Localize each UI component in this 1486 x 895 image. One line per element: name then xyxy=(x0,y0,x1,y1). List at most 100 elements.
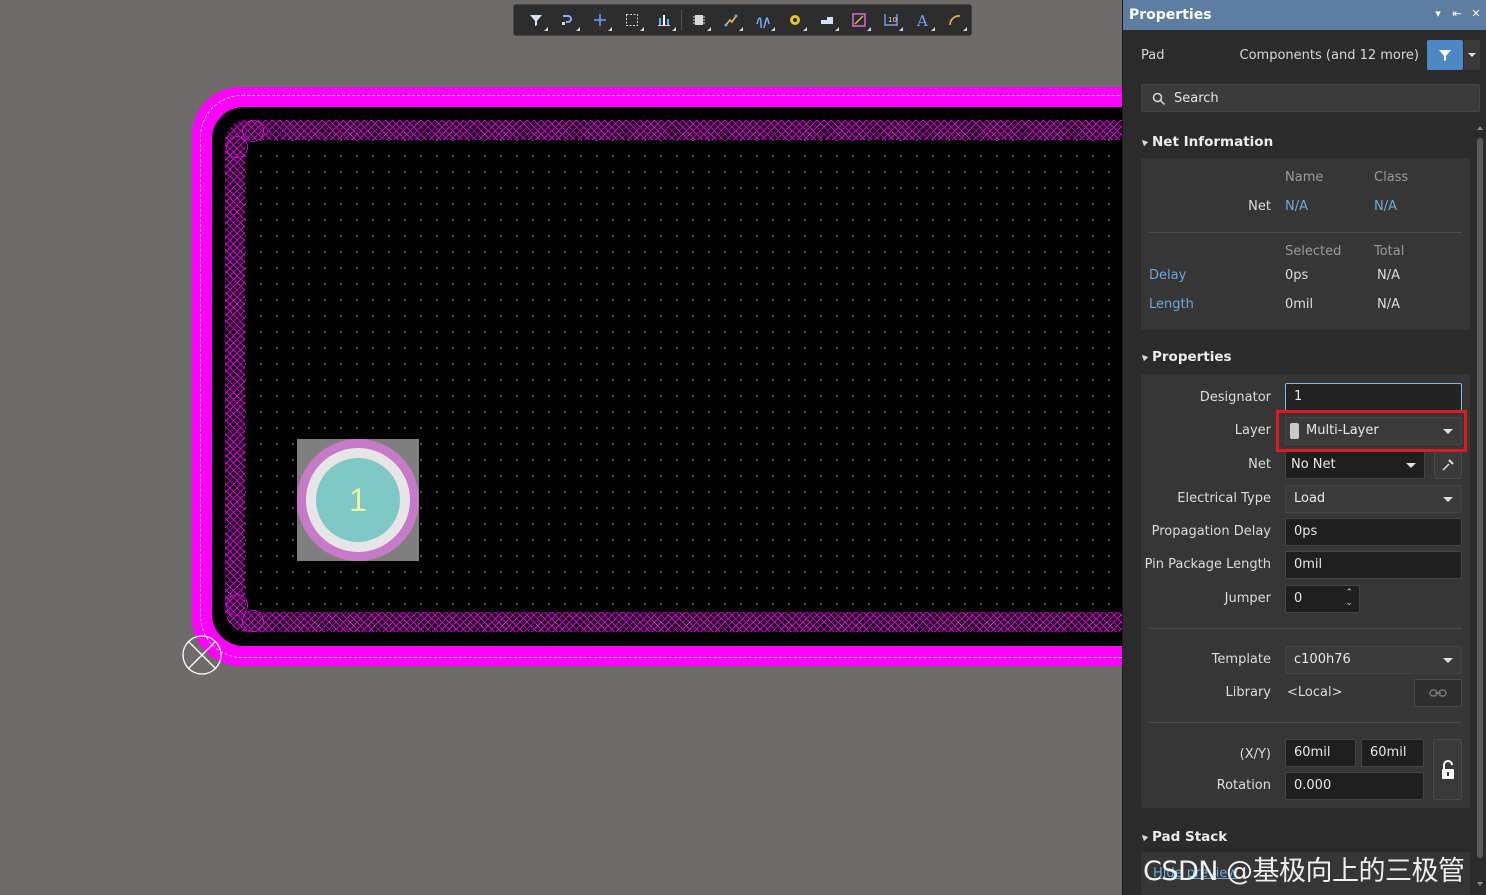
corner-marker xyxy=(242,610,264,632)
route-tool-button[interactable] xyxy=(552,6,584,34)
interactive-route-icon xyxy=(724,14,738,27)
component-icon xyxy=(692,15,705,25)
svg-text:10: 10 xyxy=(888,16,897,24)
propagation-delay-label: Propagation Delay xyxy=(1151,524,1271,539)
pcb-canvas[interactable]: 1 xyxy=(0,0,1122,895)
electrical-type-select[interactable]: Load xyxy=(1285,485,1462,513)
properties-header[interactable]: Properties xyxy=(1139,349,1232,365)
jumper-value: 0 xyxy=(1294,591,1303,606)
place-arc-button[interactable] xyxy=(939,6,971,34)
electrical-type-label: Electrical Type xyxy=(1177,491,1271,506)
component-tool-button[interactable] xyxy=(683,6,715,34)
place-via-button[interactable] xyxy=(779,6,811,34)
collapse-triangle-icon xyxy=(1139,832,1149,842)
panel-title-bar: Properties ▾ ⇤ ✕ xyxy=(1123,0,1486,30)
place-text-button[interactable]: A xyxy=(907,6,939,34)
eyedropper-icon xyxy=(1442,459,1454,471)
properties-title: Properties xyxy=(1152,349,1232,365)
selection-scope-label: Components (and 12 more) xyxy=(1239,48,1419,63)
diff-pair-button[interactable] xyxy=(747,6,779,34)
pad-stack-title: Pad Stack xyxy=(1152,829,1228,845)
collapse-triangle-icon xyxy=(1139,352,1149,362)
via-icon xyxy=(789,15,800,25)
template-select[interactable]: c100h76 xyxy=(1285,646,1462,674)
length-link[interactable]: Length xyxy=(1149,297,1194,312)
pin-package-length-label: Pin Package Length xyxy=(1144,557,1271,572)
origin-marker-icon xyxy=(182,635,222,675)
place-region-button[interactable] xyxy=(843,6,875,34)
svg-text:A: A xyxy=(916,12,928,28)
dimension-tool-button[interactable]: 10 xyxy=(875,6,907,34)
x-position-field[interactable]: 60mil xyxy=(1285,739,1356,767)
rotation-label: Rotation xyxy=(1216,778,1271,793)
net-select[interactable]: No Net xyxy=(1285,451,1425,479)
delay-link[interactable]: Delay xyxy=(1149,268,1186,283)
net-information-box: Name Class Net N/A N/A Selected Total De… xyxy=(1141,158,1470,330)
col-total-header: Total xyxy=(1374,244,1405,259)
place-fill-button[interactable] xyxy=(811,6,843,34)
chevron-down-icon xyxy=(1468,53,1476,57)
col-class-header: Class xyxy=(1374,170,1409,185)
net-label: Net xyxy=(1248,199,1271,214)
chevron-down-icon xyxy=(1406,463,1416,468)
panel-close-button[interactable]: ✕ xyxy=(1469,7,1483,21)
watermark-text: CSDN @基极向上的三极管 xyxy=(1143,856,1465,887)
diff-pair-icon xyxy=(756,17,770,28)
template-label: Template xyxy=(1211,652,1271,667)
pin-package-length-field[interactable]: 0mil xyxy=(1285,551,1462,579)
length-selected-value: 0mil xyxy=(1285,297,1314,312)
pad-stack-header[interactable]: Pad Stack xyxy=(1139,829,1228,845)
select-rect-icon xyxy=(626,14,638,26)
rotation-field[interactable]: 0.000 xyxy=(1285,772,1424,800)
arc-icon xyxy=(949,15,961,26)
divider xyxy=(1149,232,1462,233)
propagation-delay-field[interactable]: 0ps xyxy=(1285,518,1462,546)
delay-total-value: N/A xyxy=(1377,268,1400,283)
unlock-icon xyxy=(1441,759,1454,779)
filter-dropdown-button[interactable] xyxy=(1464,40,1480,70)
template-value: c100h76 xyxy=(1294,652,1351,667)
net-class-link[interactable]: N/A xyxy=(1374,199,1397,214)
align-icon xyxy=(658,15,670,26)
panel-pin-button[interactable]: ⇤ xyxy=(1450,7,1464,21)
net-name-link[interactable]: N/A xyxy=(1285,199,1308,214)
collapse-triangle-icon xyxy=(1139,137,1149,147)
pad-designator-label: 1 xyxy=(349,481,367,518)
panel-scrollbar[interactable] xyxy=(1476,126,1484,886)
net-information-header[interactable]: Net Information xyxy=(1139,134,1274,150)
object-type-label: Pad xyxy=(1141,48,1165,63)
filter-icon xyxy=(1439,50,1451,61)
stepper-arrows-icon[interactable]: ⌃ ⌄ xyxy=(1345,588,1353,608)
xy-label: (X/Y) xyxy=(1239,747,1271,762)
align-tool-button[interactable] xyxy=(648,6,680,34)
search-icon xyxy=(1152,92,1166,106)
pick-net-button[interactable] xyxy=(1434,451,1462,479)
text-icon: A xyxy=(916,12,928,28)
select-rect-button[interactable] xyxy=(616,6,648,34)
corner-marker xyxy=(226,136,248,158)
lock-position-button[interactable] xyxy=(1433,739,1462,800)
interactive-route-button[interactable] xyxy=(715,6,747,34)
panel-menu-button[interactable]: ▾ xyxy=(1431,7,1445,21)
y-position-field[interactable]: 60mil xyxy=(1361,739,1424,767)
net-label: Net xyxy=(1248,457,1271,472)
toolbar-separator xyxy=(681,10,682,30)
scroll-down-icon[interactable] xyxy=(1477,882,1483,886)
scrollbar-thumb[interactable] xyxy=(1477,138,1483,858)
selection-filter-button[interactable] xyxy=(1427,40,1463,70)
search-input[interactable]: Search xyxy=(1141,84,1480,112)
jumper-stepper[interactable]: 0 ⌃ ⌄ xyxy=(1285,585,1360,613)
col-name-header: Name xyxy=(1285,170,1324,185)
place-cross-button[interactable] xyxy=(584,6,616,34)
length-total-value: N/A xyxy=(1377,297,1400,312)
selected-pad[interactable]: 1 xyxy=(297,439,419,561)
library-link-button[interactable] xyxy=(1414,679,1462,707)
corner-marker xyxy=(242,120,264,142)
selection-row: Pad Components (and 12 more) xyxy=(1123,38,1486,74)
designator-label: Designator xyxy=(1199,390,1271,405)
filter-tool-button[interactable] xyxy=(520,6,552,34)
filter-icon xyxy=(530,15,542,26)
net-information-title: Net Information xyxy=(1152,134,1274,150)
scroll-up-icon[interactable] xyxy=(1477,126,1483,130)
designator-field[interactable]: 1 xyxy=(1285,383,1462,411)
